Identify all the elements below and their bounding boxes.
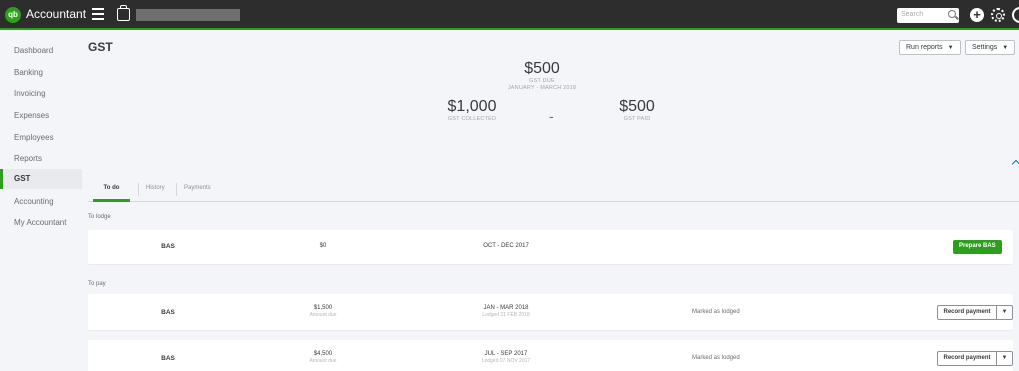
gst-due-label: GST DUE xyxy=(529,78,555,84)
payment-amount: $1,500 Amount due xyxy=(288,305,358,318)
tab-payments[interactable]: Payments xyxy=(184,185,211,202)
payment-period: JUL - SEP 2017 Lodged 07 NOV 2017 xyxy=(456,351,556,364)
search-placeholder: Search xyxy=(901,11,924,18)
sidebar-item-accounting[interactable]: Accounting xyxy=(0,192,82,212)
payment-amount: $4,500 Amount due xyxy=(288,351,358,364)
payment-row: BAS $1,500 Amount due JAN - MAR 2018 Lod… xyxy=(88,294,1013,330)
payment-amount-caption: Amount due xyxy=(309,312,337,318)
lodge-period: OCT - DEC 2017 xyxy=(483,243,529,249)
payment-period: JAN - MAR 2018 Lodged 21 FEB 2018 xyxy=(456,305,556,318)
to-pay-heading: To pay xyxy=(88,281,106,287)
gst-due-amount: $500 xyxy=(524,60,560,77)
plus-icon[interactable]: + xyxy=(970,8,984,22)
gst-paid-label: GST PAID xyxy=(623,116,651,122)
payment-lodged-date: Lodged 07 NOV 2017 xyxy=(481,358,531,364)
settings-label: Settings xyxy=(972,44,998,51)
gst-paid-summary: $500 GST PAID xyxy=(597,98,677,123)
company-name-redacted[interactable] xyxy=(136,9,240,21)
tab-divider xyxy=(176,183,177,196)
main-content: GST Run reports ▼ Settings ▼ $500 GST DUE … xyxy=(82,32,1019,371)
chevron-up-icon[interactable] xyxy=(1011,159,1019,169)
sidebar: Dashboard Banking Invoicing Expenses Emp… xyxy=(0,32,82,371)
payment-status: Marked as lodged xyxy=(692,309,740,315)
prepare-bas-button[interactable]: Prepare BAS xyxy=(953,240,1002,254)
payment-status: Marked as lodged xyxy=(692,355,740,361)
lodge-row: BAS $0 OCT - DEC 2017 Prepare BAS xyxy=(88,230,1013,264)
payment-type: BAS xyxy=(161,309,175,316)
gst-period: JANUARY - MARCH 2018 xyxy=(507,85,577,91)
top-bar: qb Accountant Search + xyxy=(0,0,1019,30)
gst-collected-summary: $1,000 GST COLLECTED xyxy=(432,98,512,123)
gst-paid-amount: $500 xyxy=(619,98,655,115)
help-icon[interactable] xyxy=(1012,7,1019,23)
chevron-down-icon[interactable]: ▼ xyxy=(997,352,1012,365)
gst-due-summary: $500 GST DUE JANUARY - MARCH 2018 xyxy=(467,60,617,92)
briefcase-icon[interactable] xyxy=(117,5,130,21)
tab-divider xyxy=(138,183,139,196)
chevron-down-icon[interactable]: ▼ xyxy=(997,306,1012,319)
tab-bar: To do History Payments xyxy=(88,180,1019,202)
gear-icon[interactable] xyxy=(991,8,1005,22)
payment-period-value: JAN - MAR 2018 xyxy=(483,305,529,311)
tab-to-do[interactable]: To do xyxy=(93,185,130,202)
hamburger-icon[interactable] xyxy=(92,8,104,22)
payment-amount-caption: Amount due xyxy=(309,358,337,364)
sidebar-item-reports[interactable]: Reports xyxy=(0,149,82,169)
settings-button[interactable]: Settings ▼ xyxy=(965,40,1016,55)
quickbooks-logo[interactable]: qb xyxy=(5,7,21,23)
chevron-down-icon: ▼ xyxy=(947,45,954,51)
gst-collected-label: GST COLLECTED xyxy=(447,116,497,122)
payment-lodged-date: Lodged 21 FEB 2018 xyxy=(482,312,530,318)
payment-type: BAS xyxy=(161,355,175,362)
record-payment-split-button[interactable]: Record payment ▼ xyxy=(937,305,1013,320)
payment-row: BAS $4,500 Amount due JUL - SEP 2017 Lod… xyxy=(88,340,1013,371)
sidebar-item-my-accountant[interactable]: My Accountant xyxy=(0,213,82,233)
search-input[interactable]: Search xyxy=(897,8,959,23)
record-payment-split-button[interactable]: Record payment ▼ xyxy=(937,351,1013,366)
summary-separator: - xyxy=(549,108,554,124)
record-payment-button[interactable]: Record payment xyxy=(938,306,997,319)
payment-amount-value: $1,500 xyxy=(313,305,333,311)
gst-collected-amount: $1,000 xyxy=(447,98,497,115)
sidebar-item-gst[interactable]: GST xyxy=(0,169,82,189)
sidebar-item-invoicing[interactable]: Invoicing xyxy=(0,84,82,104)
lodge-amount: $0 xyxy=(319,243,327,249)
payment-period-value: JUL - SEP 2017 xyxy=(484,351,528,357)
lodge-type: BAS xyxy=(161,243,175,250)
search-icon[interactable] xyxy=(948,10,956,18)
sidebar-item-employees[interactable]: Employees xyxy=(0,128,82,148)
run-reports-button[interactable]: Run reports ▼ xyxy=(899,40,961,55)
sidebar-item-dashboard[interactable]: Dashboard xyxy=(0,41,82,61)
sidebar-item-banking[interactable]: Banking xyxy=(0,63,82,83)
chevron-down-icon: ▼ xyxy=(1002,45,1009,51)
brand-name[interactable]: Accountant xyxy=(26,7,86,21)
payment-amount-value: $4,500 xyxy=(313,351,333,357)
sidebar-item-expenses[interactable]: Expenses xyxy=(0,106,82,126)
page-title: GST xyxy=(88,40,113,54)
to-lodge-heading: To lodge xyxy=(88,214,111,220)
run-reports-label: Run reports xyxy=(906,44,943,51)
record-payment-button[interactable]: Record payment xyxy=(938,352,997,365)
tab-history[interactable]: History xyxy=(146,185,165,202)
